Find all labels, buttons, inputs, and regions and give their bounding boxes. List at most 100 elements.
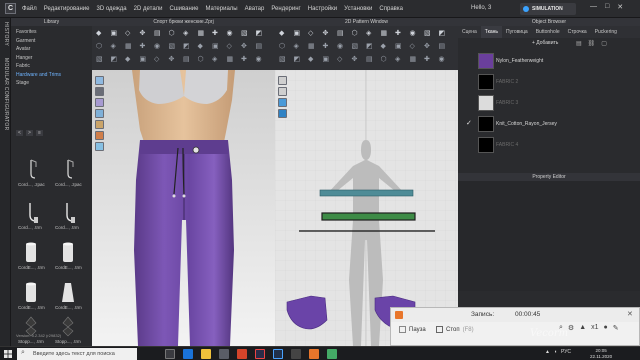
task-view-icon[interactable] (165, 349, 175, 359)
3d-tool-icon[interactable]: ✚ (212, 29, 220, 37)
library-tree-item[interactable]: Garment (16, 38, 61, 47)
2d-tool-icon[interactable]: ▦ (410, 55, 418, 63)
2d-tool-icon[interactable]: ◆ (308, 55, 316, 63)
recorder-close-icon[interactable]: ✕ (627, 310, 633, 318)
library-tree-item[interactable]: Hardware and Trims (16, 72, 61, 81)
minimize-button[interactable]: — (590, 3, 597, 11)
3d-tool-icon[interactable]: ▧ (169, 42, 177, 50)
fabric-row[interactable]: FABRIC 4 (458, 136, 640, 154)
2d-tool-icon[interactable]: ◉ (337, 42, 345, 50)
3d-tool-icon[interactable]: ✥ (169, 55, 177, 63)
2d-tool-icon[interactable]: ◇ (337, 55, 345, 63)
menu-item[interactable]: Материалы (205, 6, 237, 12)
history-tab[interactable]: HISTORY (3, 22, 9, 46)
3d-tool-icon[interactable]: ◩ (256, 29, 264, 37)
library-tree-item[interactable]: Favorites (16, 29, 61, 38)
2d-tool-icon[interactable]: ◩ (439, 29, 447, 37)
3d-viewport[interactable]: Спорт брюки женские.Zprj ◆ ▣ ◇ ✥ ▤ ⬡ ◈ ▦ ✚ ◉ ▧ ◩ ⬡ ◈ ▦… (92, 18, 275, 346)
3d-side-tool-icon[interactable] (95, 87, 104, 96)
tab-3[interactable]: Buttonhole (532, 26, 564, 38)
menu-item[interactable]: Справка (379, 6, 403, 12)
3d-tool-icon[interactable]: ◉ (227, 29, 235, 37)
office-icon[interactable] (237, 349, 247, 359)
3d-tool-icon[interactable]: ▤ (154, 29, 162, 37)
link-icon[interactable]: ⛓ (588, 40, 596, 47)
2d-tool-icon[interactable]: ◩ (294, 55, 302, 63)
library-item[interactable]: CordE..., .trm (18, 241, 45, 271)
2d-tool-icon[interactable]: ◆ (279, 29, 287, 37)
language-indicator[interactable]: РУС (561, 349, 571, 355)
back-button[interactable]: < (16, 130, 23, 136)
library-item[interactable]: CordE..., .trm (55, 281, 82, 311)
volume-icon[interactable]: ◖ (554, 349, 557, 355)
2d-tool-icon[interactable]: ◈ (294, 42, 302, 50)
3d-tool-icon[interactable]: ▧ (96, 55, 104, 63)
2d-tool-icon[interactable]: ✥ (352, 55, 360, 63)
user-greeting[interactable]: Hello, 3 (471, 5, 491, 11)
library-item[interactable]: Cord..., .zpac (18, 158, 45, 188)
menu-item[interactable]: Рендеринг (271, 6, 300, 12)
add-fabric-button[interactable]: + Добавить (532, 40, 558, 46)
2d-tool-icon[interactable]: ✥ (323, 29, 331, 37)
close-button[interactable]: ✕ (617, 3, 623, 11)
tab-5[interactable]: Puckering (591, 26, 621, 38)
3d-side-tool-icon[interactable] (95, 131, 104, 140)
2d-tool-icon[interactable]: ▣ (323, 55, 331, 63)
3d-tool-icon[interactable]: ◈ (212, 55, 220, 63)
3d-tool-icon[interactable]: ▤ (183, 55, 191, 63)
library-item[interactable]: Cord..., .zpac (55, 158, 82, 188)
2d-tool-icon[interactable]: ▧ (424, 29, 432, 37)
menu-item[interactable]: Настройки (308, 6, 337, 12)
stop-button[interactable]: Стоп (F8) (436, 326, 474, 333)
2d-tool-icon[interactable]: ◇ (410, 42, 418, 50)
fabric-row[interactable]: ✓ Knit_Cotton_Rayon_Jersey (458, 115, 640, 133)
library-tree-item[interactable]: Avatar (16, 46, 61, 55)
3d-tool-icon[interactable]: ◉ (154, 42, 162, 50)
menu-item[interactable]: Сшивание (170, 6, 199, 12)
3d-tool-icon[interactable]: ▧ (241, 29, 249, 37)
2d-tool-icon[interactable]: ⬡ (352, 29, 360, 37)
3d-tool-icon[interactable]: ◆ (96, 29, 104, 37)
2d-tool-icon[interactable]: ▤ (366, 55, 374, 63)
2d-tool-icon[interactable]: ▧ (279, 55, 287, 63)
3d-tool-icon[interactable]: ✥ (241, 42, 249, 50)
library-item[interactable]: Stopp..., .trm (55, 315, 81, 345)
2d-tool-icon[interactable]: ◇ (308, 29, 316, 37)
recorder-app-icon[interactable] (309, 349, 319, 359)
2d-tool-icon[interactable]: ◈ (366, 29, 374, 37)
library-tree-item[interactable]: Hanger (16, 55, 61, 64)
pdf-icon[interactable] (255, 349, 265, 359)
copy-icon[interactable]: ▤ (576, 40, 582, 47)
2d-tool-icon[interactable]: ▣ (294, 29, 302, 37)
2d-side-tool-icon[interactable] (278, 98, 287, 107)
3d-side-tool-icon[interactable] (95, 98, 104, 107)
fabric-row[interactable]: Nylon_Featherweight (458, 52, 640, 70)
2d-tool-icon[interactable]: ▤ (337, 29, 345, 37)
taskbar-search[interactable]: ⌕ Введите здесь текст для поиска (17, 348, 137, 360)
library-item[interactable]: Stopp..., .trm (18, 315, 44, 345)
3d-tool-icon[interactable]: ⬡ (198, 55, 206, 63)
3d-tool-icon[interactable]: ✚ (241, 55, 249, 63)
recorder-tool-icon[interactable]: ▲ (579, 324, 586, 332)
view-mode-button[interactable]: ≡ (36, 130, 43, 136)
2d-pattern-window[interactable]: 2D Pattern Window ◆ ▣ ◇ ✥ ▤ ⬡ ◈ ▦ ✚ ◉ ▧ ◩ ⬡ ◈ ▦ ✚ ◉ ▧ ◩ ◆ ▣ ◇… (275, 18, 458, 346)
3d-side-tool-icon[interactable] (95, 142, 104, 151)
2d-tool-icon[interactable]: ✚ (395, 29, 403, 37)
recorder-tool-icon[interactable]: ⚙ (568, 324, 574, 332)
3d-side-tool-icon[interactable] (95, 120, 104, 129)
explorer-icon[interactable] (201, 349, 211, 359)
forward-button[interactable]: > (26, 130, 33, 136)
store-icon[interactable] (219, 349, 229, 359)
menu-item[interactable]: Редактирование (44, 6, 90, 12)
3d-side-tool-icon[interactable] (95, 76, 104, 85)
delete-icon[interactable]: ▢ (601, 40, 607, 47)
2d-tool-icon[interactable]: ✚ (424, 55, 432, 63)
library-tree-item[interactable]: Fabric (16, 63, 61, 72)
tab-4[interactable]: Строчка (564, 26, 591, 38)
3d-side-tool-icon[interactable] (95, 109, 104, 118)
2d-tool-icon[interactable]: ▣ (395, 42, 403, 50)
pause-button[interactable]: Пауза (399, 326, 426, 333)
avatar-scene[interactable] (92, 70, 275, 346)
library-item[interactable]: Cord..., .trm (55, 201, 81, 231)
3d-tool-icon[interactable]: ▦ (125, 42, 133, 50)
